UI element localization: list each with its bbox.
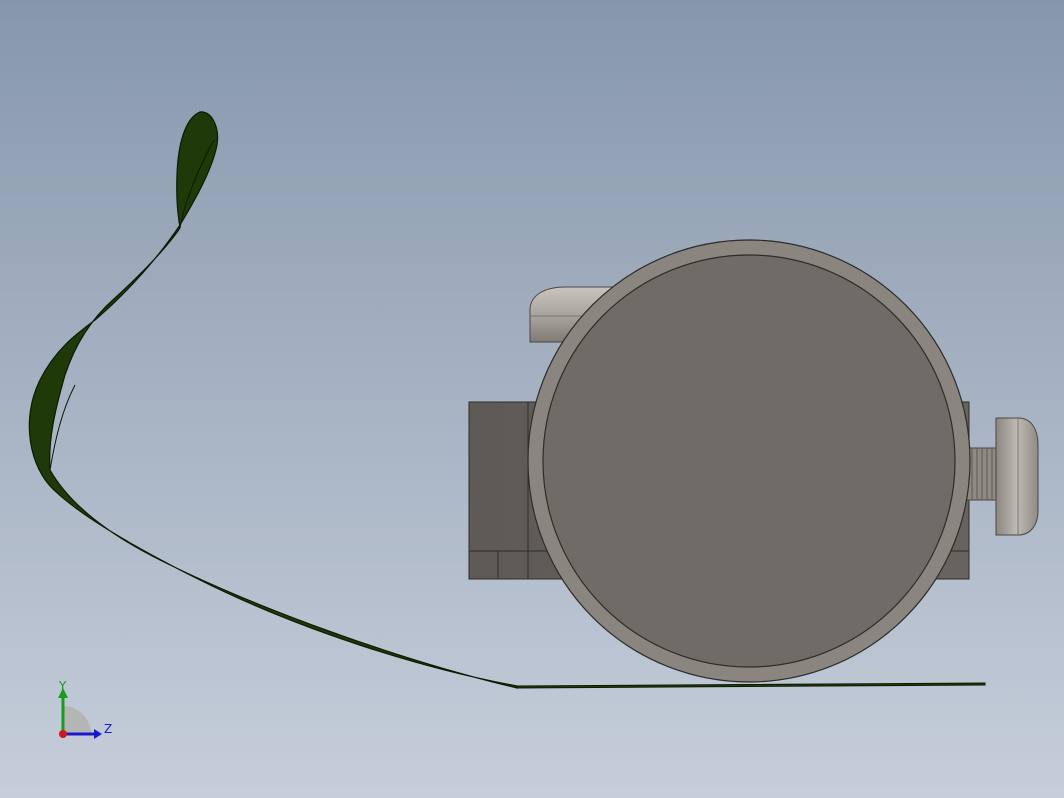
orientation-triad: Y Z xyxy=(50,678,120,748)
x-axis-icon xyxy=(59,730,67,738)
round-housing[interactable] xyxy=(527,239,971,683)
z-axis-label: Z xyxy=(104,722,112,736)
cad-graphics-area[interactable]: Y Z xyxy=(0,0,1064,798)
triad-plane-icon xyxy=(63,706,91,734)
y-axis-label: Y xyxy=(58,679,67,693)
side-knob[interactable] xyxy=(964,417,1039,536)
model-view[interactable] xyxy=(0,0,1064,798)
